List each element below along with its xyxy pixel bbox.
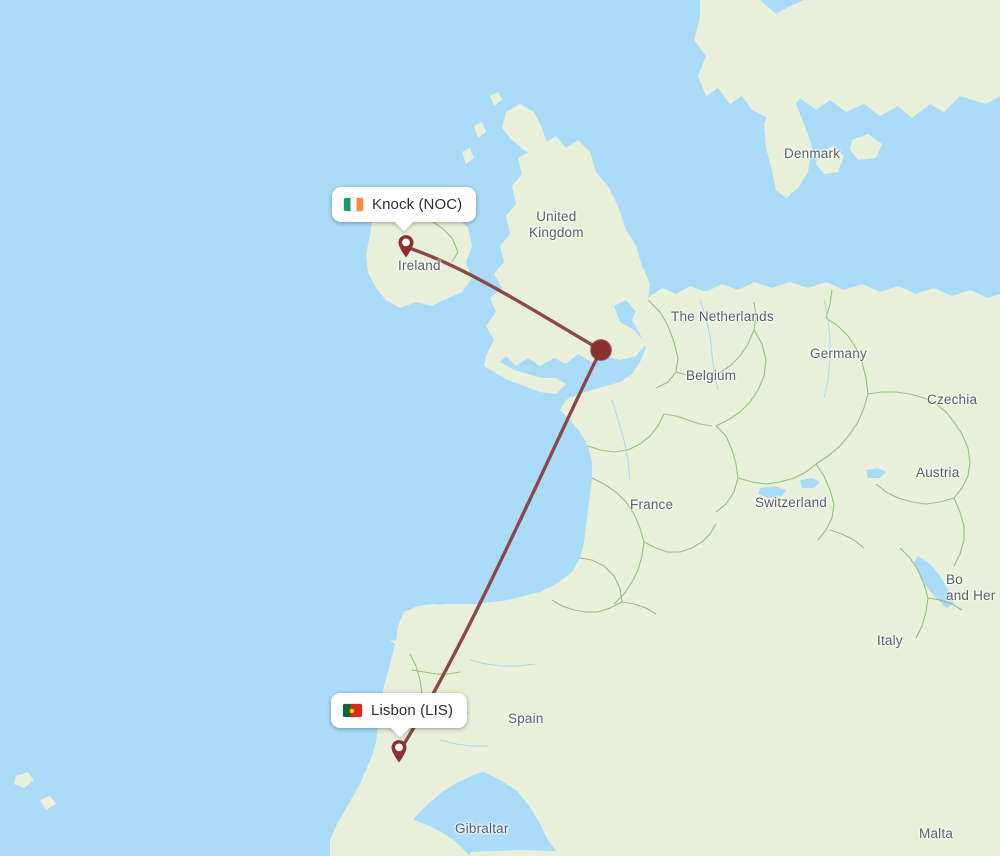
route-segment-lhr-lis — [397, 348, 603, 754]
callout-origin-knock[interactable]: Knock (NOC) — [332, 187, 477, 232]
flag-ireland-icon — [344, 198, 363, 211]
destination-pin-marker-lisbon[interactable] — [390, 739, 408, 763]
origin-pin-marker-knock[interactable] — [397, 234, 415, 258]
route-segment-noc-lhr — [404, 245, 603, 352]
callout-destination-label: Lisbon (LIS) — [371, 702, 454, 719]
route-line-layer — [397, 245, 603, 754]
flight-route-map[interactable]: .land{fill:#e9f0da;} .land2{fill:#e4edd3… — [0, 0, 1000, 856]
callout-origin-label: Knock (NOC) — [372, 196, 463, 213]
waypoint-marker-london[interactable] — [591, 340, 611, 360]
flag-portugal-icon — [343, 704, 362, 717]
callout-destination-lisbon[interactable]: Lisbon (LIS) — [331, 693, 468, 738]
